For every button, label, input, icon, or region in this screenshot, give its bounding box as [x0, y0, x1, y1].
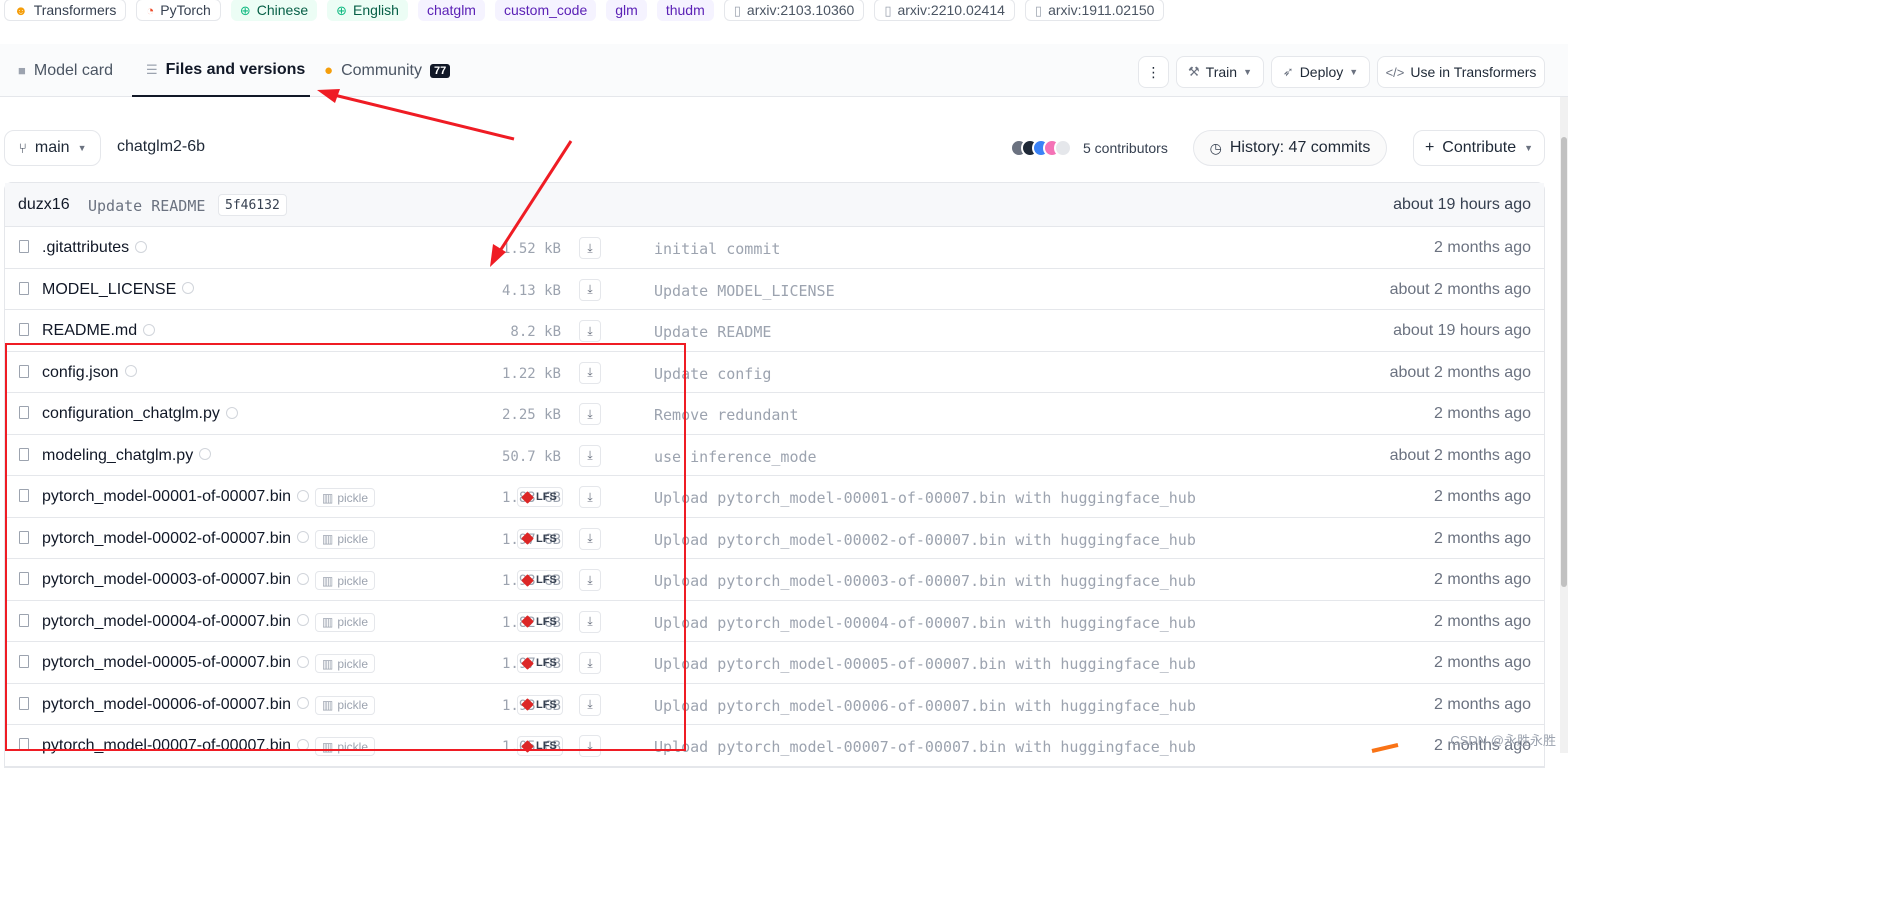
scrollbar-thumb[interactable] [1561, 137, 1567, 587]
annotation-arrow-tab [329, 92, 515, 141]
annotation-mark [1371, 743, 1399, 753]
annotation-arrows [317, 89, 1399, 753]
annotation-arrowhead-tab [317, 89, 340, 103]
scrollbar[interactable] [1560, 97, 1568, 753]
watermark: CSDN @永胜永胜 [1450, 733, 1556, 748]
annotation-arrow-list [496, 140, 573, 255]
